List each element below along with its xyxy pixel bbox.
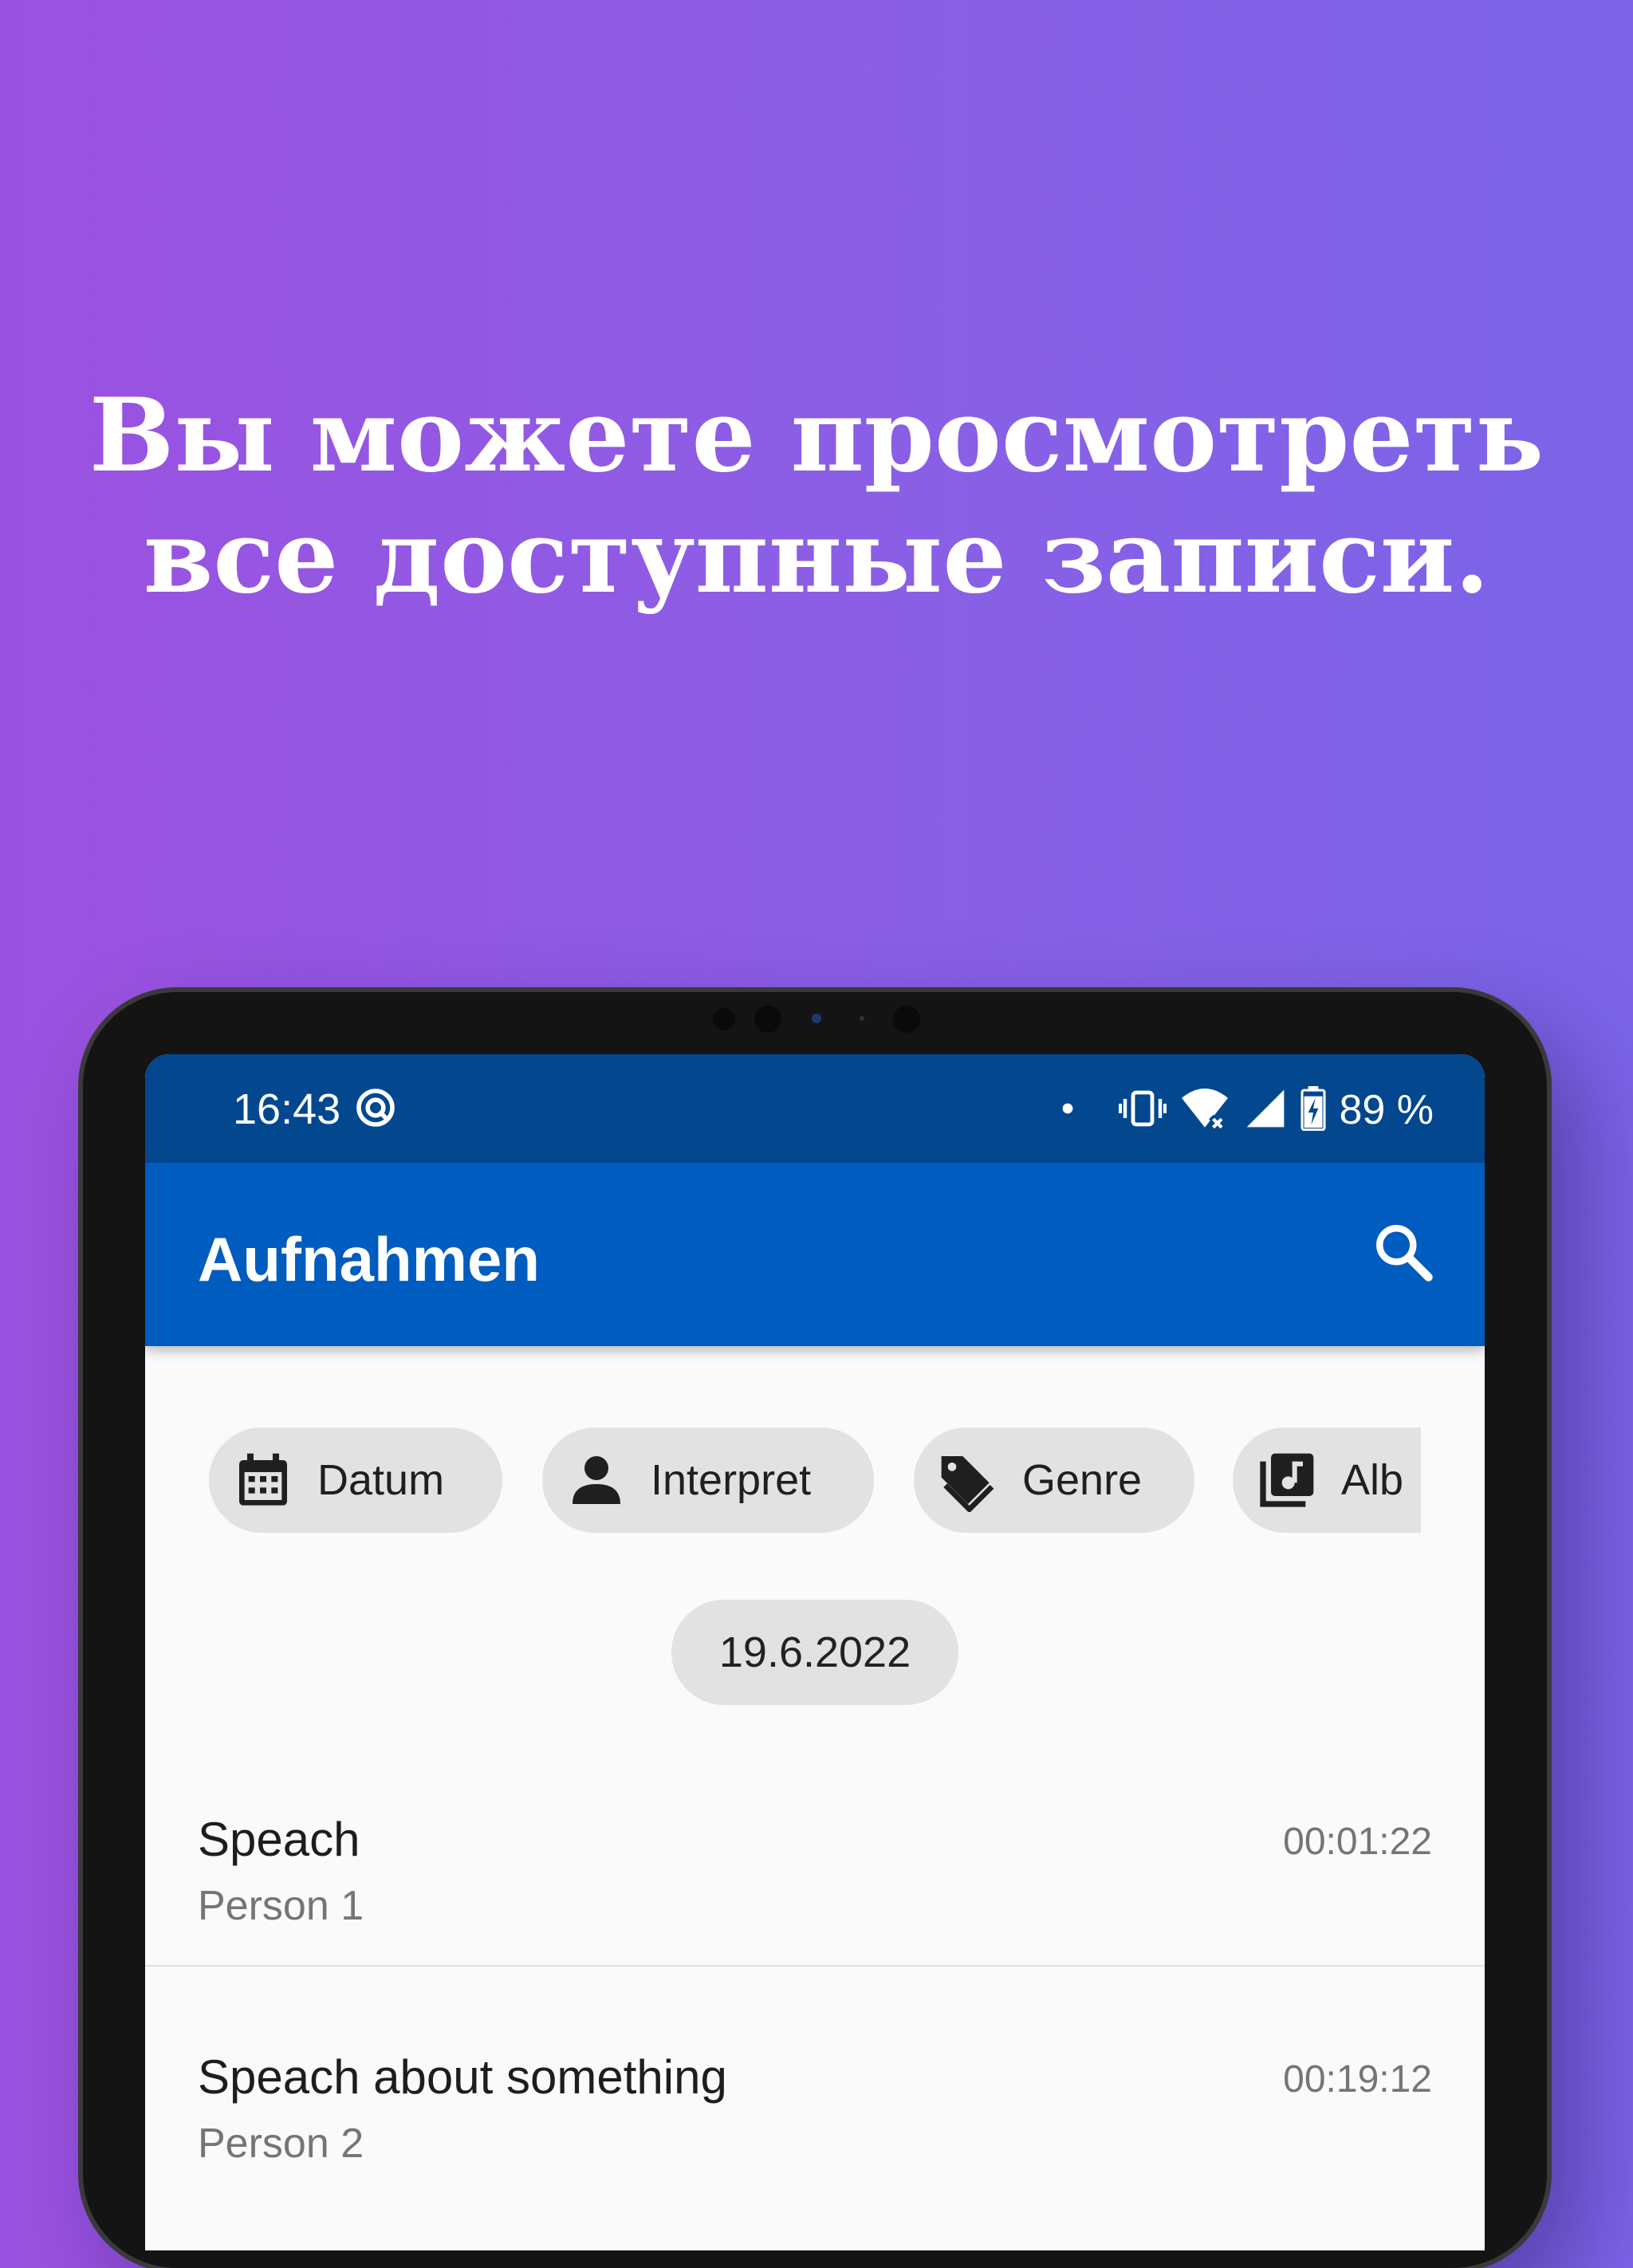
app-bar: Aufnahmen xyxy=(145,1163,1485,1346)
chip-label: Interpret xyxy=(651,1456,812,1504)
search-icon xyxy=(1370,1219,1437,1290)
recording-title: Speach about something xyxy=(198,2050,727,2104)
recording-artist: Person 2 xyxy=(198,2120,364,2167)
dot-icon xyxy=(1061,1102,1074,1119)
recording-artist: Person 1 xyxy=(198,1883,364,1929)
list-divider xyxy=(145,1965,1485,1967)
person-icon xyxy=(563,1447,630,1514)
signal-icon xyxy=(1243,1086,1288,1135)
chip-album[interactable]: Alb xyxy=(1233,1427,1421,1533)
promo-headline: Вы можете просмотреть все доступные запи… xyxy=(0,375,1633,617)
camera-lens-2 xyxy=(893,1006,920,1033)
recording-duration: 00:19:12 xyxy=(1283,2058,1432,2101)
status-bar: 16:43 89 % xyxy=(145,1054,1485,1163)
camera-sensor xyxy=(713,1008,735,1030)
status-time: 16:43 xyxy=(233,1085,341,1133)
data-saver-icon xyxy=(353,1085,398,1134)
page-title: Aufnahmen xyxy=(198,1224,540,1294)
list-item[interactable]: Speach about something Person 2 00:19:12 xyxy=(145,1990,1485,2227)
camera-lens xyxy=(754,1006,781,1033)
vibrate-icon xyxy=(1119,1088,1167,1133)
chip-label: Alb xyxy=(1341,1456,1404,1504)
camera-mic xyxy=(860,1016,864,1021)
list-item[interactable]: Speach Person 1 00:01:22 xyxy=(145,1753,1485,1989)
app-screen: 16:43 89 % Aufnahmen Datum Interpret Gen… xyxy=(145,1054,1485,2250)
promo-headline-line-2: все доступные записи. xyxy=(143,498,1490,616)
recording-duration: 00:01:22 xyxy=(1283,1821,1432,1863)
date-header: 19.6.2022 xyxy=(671,1600,958,1705)
chip-genre[interactable]: Genre xyxy=(914,1427,1194,1533)
album-icon xyxy=(1253,1447,1320,1514)
recording-title: Speach xyxy=(198,1813,360,1866)
tag-icon xyxy=(935,1447,1001,1514)
wifi-icon xyxy=(1179,1085,1230,1136)
chip-datum[interactable]: Datum xyxy=(209,1427,502,1533)
calendar-icon xyxy=(230,1447,297,1514)
search-button[interactable] xyxy=(1365,1215,1442,1292)
chip-label: Datum xyxy=(317,1456,445,1504)
filter-chip-row: Datum Interpret Genre Alb xyxy=(209,1427,1421,1533)
battery-level: 89 % xyxy=(1339,1087,1434,1133)
chip-interpret[interactable]: Interpret xyxy=(542,1427,874,1533)
battery-charging-icon xyxy=(1300,1085,1326,1135)
camera-indicator xyxy=(812,1014,821,1023)
promo-headline-line-1: Вы можете просмотреть xyxy=(89,376,1544,494)
chip-label: Genre xyxy=(1022,1456,1143,1504)
